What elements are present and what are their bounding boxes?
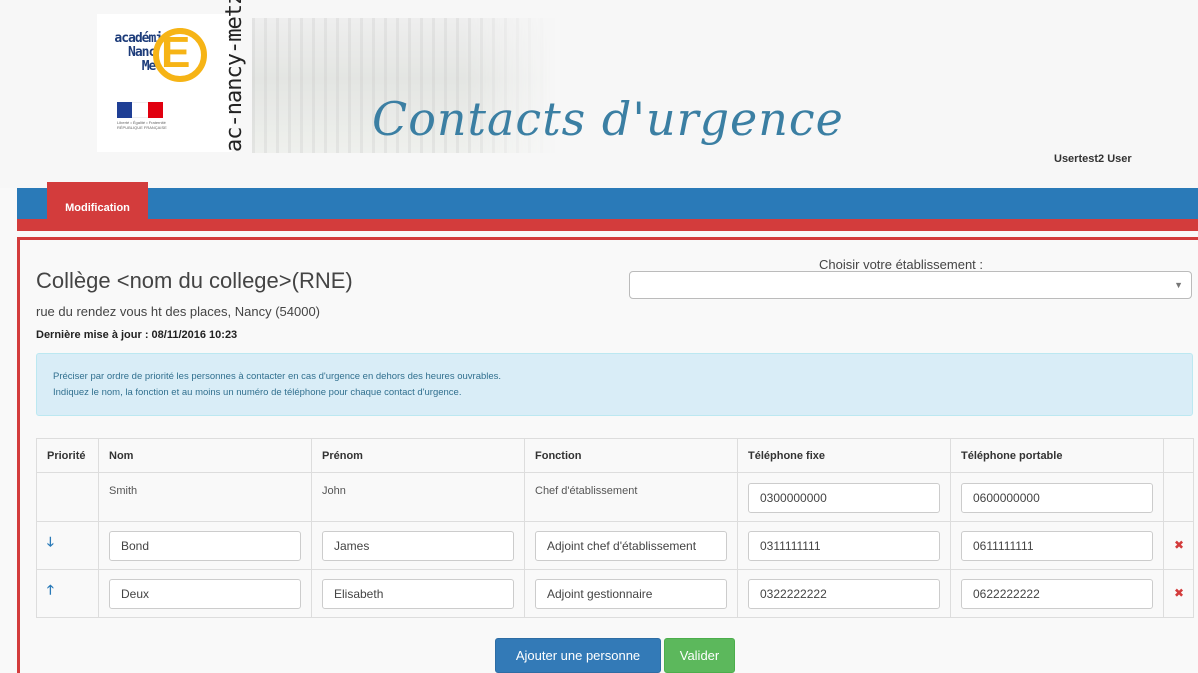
fonction-cell: Adjoint chef d'établissement [524, 521, 738, 570]
fixe-cell: 0300000000 [737, 472, 951, 522]
fixe-cell: 0322222222 [737, 569, 951, 618]
chevron-down-icon: ▼ [1174, 280, 1183, 290]
nom-cell: Smith [98, 472, 312, 522]
actions-cell: ✖ [1163, 569, 1194, 618]
fonction-input[interactable]: Adjoint chef d'établissement [535, 530, 727, 561]
prenom-input[interactable]: Elisabeth [322, 578, 514, 609]
establishment-select-label: Choisir votre établissement : [819, 257, 984, 272]
priority-cell: 🡓 [36, 521, 99, 570]
nom-input[interactable]: Deux [109, 578, 301, 609]
remove-icon[interactable]: ✖ [1174, 538, 1184, 552]
prenom-cell: James [311, 521, 525, 570]
header-prenom: Prénom [311, 438, 525, 473]
college-title: Collège <nom du college>(RNE) [36, 268, 353, 293]
nom-cell: Bond [98, 521, 312, 570]
header-nom: Nom [98, 438, 312, 473]
nom-input[interactable]: Bond [109, 530, 301, 561]
table-header-row: Priorité Nom Prénom Fonction Téléphone f… [36, 438, 1194, 473]
validate-button[interactable]: Valider [664, 638, 735, 673]
actions-cell: ✖ [1163, 521, 1194, 570]
fonction-cell: Adjoint gestionnaire [524, 569, 738, 618]
header-telephone-portable: Téléphone portable [950, 438, 1164, 473]
arrow-up-icon[interactable]: 🡑 [47, 581, 54, 603]
header-priorite: Priorité [36, 438, 99, 473]
add-person-button[interactable]: Ajouter une personne [495, 638, 661, 673]
info-line-1: Préciser par ordre de priorité les perso… [53, 371, 502, 382]
header-telephone-fixe: Téléphone fixe [737, 438, 951, 473]
establishment-select[interactable]: ▼ [629, 271, 1192, 299]
info-alert: Préciser par ordre de priorité les perso… [36, 353, 1193, 416]
priority-cell [36, 472, 99, 522]
prenom-cell: Elisabeth [311, 569, 525, 618]
user-name[interactable]: Usertest2 User [1054, 153, 1132, 165]
table-row: 🡑 Deux Elisabeth Adjoint gestionnaire 03… [36, 569, 1194, 618]
fonction-cell: Chef d'établissement [524, 472, 738, 522]
tab-modification[interactable]: Modification [47, 182, 148, 219]
telephone-fixe-input[interactable]: 0300000000 [748, 483, 940, 513]
remove-icon[interactable]: ✖ [1174, 586, 1184, 600]
prenom-cell: John [311, 472, 525, 522]
prenom-input[interactable]: James [322, 530, 514, 561]
college-address: rue du rendez vous ht des places, Nancy … [36, 304, 321, 319]
navbar-red-stripe [17, 219, 1198, 231]
logo-e-letter: É [161, 28, 191, 77]
portable-cell: 0600000000 [950, 472, 1164, 522]
telephone-fixe-input[interactable]: 0322222222 [748, 578, 940, 609]
nom-cell: Deux [98, 569, 312, 618]
academie-logo: académie Nancy-Metz É Liberté • Égalité … [97, 14, 232, 152]
flag-caption: Liberté • Égalité • Fraternité RÉPUBLIQU… [117, 120, 167, 130]
priority-cell: 🡑 [36, 569, 99, 618]
actions-cell [1163, 472, 1194, 522]
contacts-table: Priorité Nom Prénom Fonction Téléphone f… [36, 438, 1194, 618]
navbar [17, 188, 1198, 219]
header-actions [1163, 438, 1194, 473]
fixe-cell: 0311111111 [737, 521, 951, 570]
telephone-portable-input[interactable]: 0600000000 [961, 483, 1153, 513]
table-row: 🡓 Bond James Adjoint chef d'établissemen… [36, 521, 1194, 570]
french-flag-icon [117, 102, 163, 118]
last-update: Dernière mise à jour : 08/11/2016 10:23 [36, 329, 238, 341]
info-line-2: Indiquez le nom, la fonction et au moins… [53, 387, 462, 398]
app-title: Contacts d'urgence [372, 92, 844, 146]
telephone-portable-input[interactable]: 0611111111 [961, 530, 1153, 561]
domain-text: ac-nancy-metz.fr [222, 0, 247, 152]
telephone-fixe-input[interactable]: 0311111111 [748, 530, 940, 561]
portable-cell: 0611111111 [950, 521, 1164, 570]
header-fonction: Fonction [524, 438, 738, 473]
fonction-input[interactable]: Adjoint gestionnaire [535, 578, 727, 609]
table-row: Smith John Chef d'établissement 03000000… [36, 472, 1194, 522]
arrow-down-icon[interactable]: 🡓 [47, 533, 54, 555]
portable-cell: 0622222222 [950, 569, 1164, 618]
header-banner: académie Nancy-Metz É Liberté • Égalité … [0, 0, 1198, 188]
telephone-portable-input[interactable]: 0622222222 [961, 578, 1153, 609]
